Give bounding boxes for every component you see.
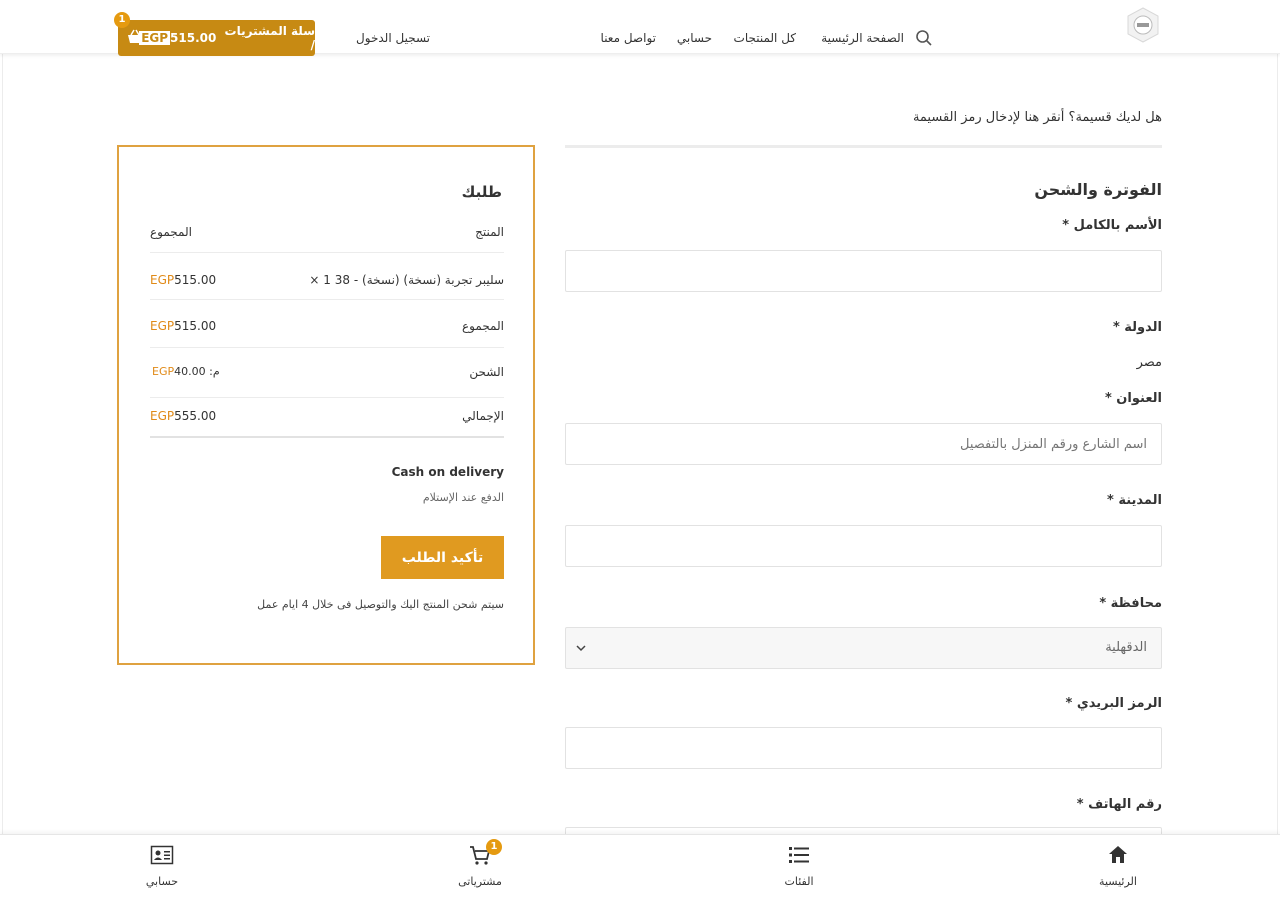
bottom-nav-account[interactable]: حسابي xyxy=(122,835,202,900)
postcode-input[interactable] xyxy=(565,727,1162,769)
confirm-order-button[interactable]: تأكيد الطلب xyxy=(381,536,504,579)
grand-total-label: الإجمالي xyxy=(462,409,504,423)
full-name-input[interactable] xyxy=(565,250,1162,292)
purchases-count-badge: 1 xyxy=(486,839,502,855)
grand-total-value: EGP555.00 xyxy=(150,409,217,423)
bottom-nav: الرئيسية الفئات 1 مشترياتى حسابي xyxy=(0,834,1280,900)
list-icon xyxy=(789,847,809,863)
phone-label: رقم الهاتف * xyxy=(1076,797,1162,812)
city-label: المدينة * xyxy=(1107,493,1162,508)
chevron-down-icon xyxy=(576,645,586,652)
order-summary: طلبك المنتج المجموع سليبر تجربة (نسخة) (… xyxy=(117,145,535,665)
full-name-label: الأسم بالكامل * xyxy=(1062,218,1162,233)
home-icon xyxy=(1109,846,1127,863)
divider xyxy=(150,347,504,348)
subtotal-label: المجموع xyxy=(462,319,504,333)
order-item-total: EGP515.00 xyxy=(150,273,217,287)
col-product: المنتج xyxy=(475,225,504,239)
bottom-nav-categories[interactable]: الفئات xyxy=(759,835,839,900)
nav-all-products[interactable]: كل المنتجات xyxy=(724,29,796,47)
id-card-icon xyxy=(150,845,174,865)
cart-label: سلة المشتريات / xyxy=(224,24,315,52)
nav-home[interactable]: الصفحة الرئيسية xyxy=(808,29,904,47)
country-value: مصر xyxy=(1136,355,1162,370)
shipping-label: الشحن xyxy=(469,365,504,379)
country-label: الدولة * xyxy=(1112,320,1162,335)
login-link[interactable]: تسجيل الدخول xyxy=(330,29,430,47)
coupon-notice: هل لديك قسيمة؟ أنقر هنا لإدخال رمز القسي… xyxy=(700,110,1162,125)
search-icon[interactable] xyxy=(915,29,933,47)
nav-contact[interactable]: تواصل معنا xyxy=(586,29,656,47)
address-input[interactable] xyxy=(565,423,1162,465)
coupon-divider xyxy=(565,145,1162,148)
col-total: المجموع xyxy=(150,225,192,239)
cart-count-badge: 1 xyxy=(114,12,130,28)
city-input[interactable] xyxy=(565,525,1162,567)
site-header: الصفحة الرئيسية كل المنتجات حسابي تواصل … xyxy=(0,0,1280,56)
order-item-name: سليبر تجربة (نسخة) (نسخة) - 38 × 1 xyxy=(309,273,504,287)
shipping-value: EGP40.00 :م xyxy=(152,365,220,378)
state-selected-value: الدقهلية xyxy=(1105,640,1147,655)
coupon-question: هل لديك قسيمة؟ xyxy=(1068,110,1162,125)
divider xyxy=(150,436,504,438)
order-title: طلبك xyxy=(461,183,502,201)
divider xyxy=(150,397,504,398)
divider xyxy=(150,299,504,300)
address-label: العنوان * xyxy=(1104,391,1162,406)
state-label: محافظة * xyxy=(1099,596,1162,611)
cart-button[interactable]: سلة المشتريات / EGP 515.00 xyxy=(118,20,315,56)
bottom-nav-home[interactable]: الرئيسية xyxy=(1078,835,1158,900)
shipping-note: سيتم شحن المنتج اليك والتوصيل فى خلال 4 … xyxy=(257,598,504,611)
bottom-nav-purchases[interactable]: 1 مشترياتى xyxy=(440,835,520,900)
divider xyxy=(150,252,504,253)
coupon-link[interactable]: أنقر هنا لإدخال رمز القسيمة xyxy=(913,110,1064,125)
nav-my-account[interactable]: حسابي xyxy=(666,29,712,47)
cart-total: EGP 515.00 xyxy=(139,31,217,45)
state-select[interactable]: الدقهلية xyxy=(565,627,1162,669)
basket-icon xyxy=(128,29,142,43)
subtotal-value: EGP515.00 xyxy=(150,319,217,333)
postcode-label: الرمز البريدي * xyxy=(1065,696,1162,711)
billing-title: الفوترة والشحن xyxy=(1034,180,1162,199)
site-logo[interactable] xyxy=(1124,6,1162,44)
